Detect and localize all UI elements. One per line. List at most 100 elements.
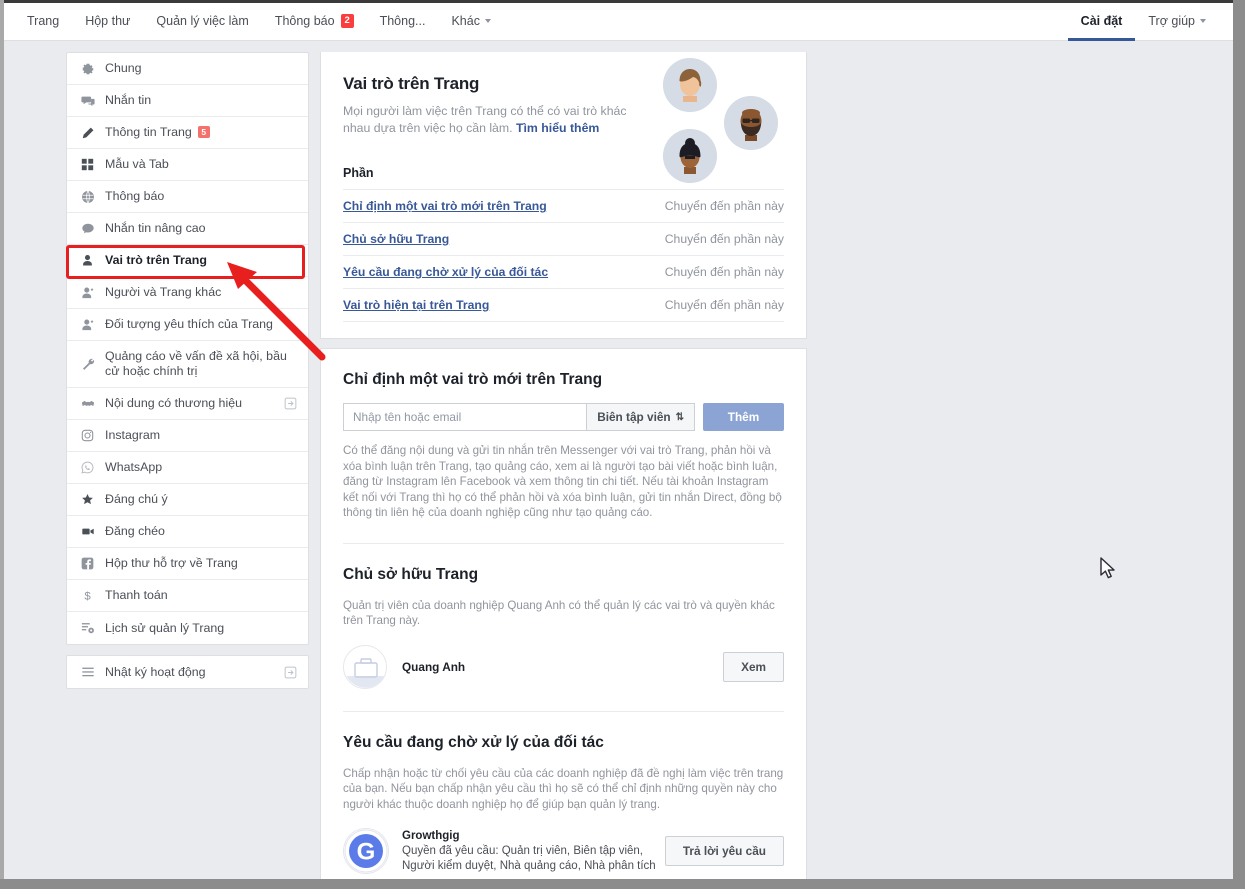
sidebar-item-label: Đáng chú ý	[105, 492, 168, 506]
svg-text:G: G	[357, 839, 376, 866]
assign-role-title: Chỉ định một vai trò mới trên Trang	[343, 371, 603, 388]
sidebar-group-primary: Chung Nhắn tin Thông tin Trang 5 Mẫu và Tab T…	[66, 52, 309, 645]
nav-item-label: Khác	[451, 13, 480, 28]
sidebar-item-label: Thông báo	[105, 189, 165, 203]
section-jump-row: Yêu cầu đang chờ xử lý của đối tác Chuyển…	[343, 256, 784, 289]
sidebar-item-label: Vai trò trên Trang	[105, 253, 207, 267]
pending-request-row: G Growthgig Quyền đã yêu cầu: Quản trị v…	[343, 828, 784, 874]
sidebar-item-whatsapp[interactable]: WhatsApp	[67, 452, 308, 484]
settings-sidebar: Chung Nhắn tin Thông tin Trang 5 Mẫu và Tab T…	[66, 52, 309, 689]
sidebar-item-nh-n-tin[interactable]: Nhắn tin	[67, 85, 308, 117]
section-jump-row: Chỉ định một vai trò mới trên Trang Chuyể…	[343, 190, 784, 223]
sidebar-item-instagram[interactable]: Instagram	[67, 420, 308, 452]
sidebar-item-th-ng-b-o[interactable]: Thông báo	[67, 181, 308, 213]
sidebar-item-label: Nhật ký hoạt động	[105, 664, 206, 679]
page-owner-section: Chủ sở hữu Trang Quản trị viên của doanh…	[321, 544, 806, 712]
facebook-icon	[79, 557, 96, 570]
sidebar-item-n-i-dung-c-th-ng-hi-u[interactable]: Nội dung có thương hiệu	[67, 388, 308, 420]
nav-item-label: Trợ giúp	[1148, 13, 1195, 28]
respond-request-button-label: Trả lời yêu cầu	[682, 844, 766, 858]
sidebar-item-th-ng-tin-trang[interactable]: Thông tin Trang 5	[67, 117, 308, 149]
assign-name-or-email-input[interactable]	[343, 403, 587, 431]
section-jump-action[interactable]: Chuyển đến phần này	[665, 232, 784, 246]
assign-role-form: Biên tập viên ⇅ Thêm	[343, 403, 784, 431]
open-external-icon[interactable]	[284, 397, 297, 410]
nav-item-tr-gi-p[interactable]: Trợ giúp	[1135, 3, 1219, 41]
section-jump-row: Chủ sở hữu Trang Chuyển đến phần này	[343, 223, 784, 256]
handshake-icon	[79, 397, 96, 411]
avatar-illustration-3	[663, 129, 717, 183]
nav-item-label: Hộp thư	[85, 13, 131, 28]
sidebar-item-thanh-to-n[interactable]: $ Thanh toán	[67, 580, 308, 612]
role-dropdown[interactable]: Biên tập viên ⇅	[586, 403, 695, 431]
view-owner-button[interactable]: Xem	[723, 651, 784, 682]
nav-item-c-i-t[interactable]: Cài đặt	[1067, 3, 1136, 41]
page-viewport: Trang Hộp thư Quản lý việc làm Thông báo 2 Th…	[4, 3, 1233, 879]
svg-text:$: $	[84, 591, 91, 602]
sidebar-item-label: Nội dung có thương hiệu	[105, 396, 242, 410]
nav-item-h-p-th[interactable]: Hộp thư	[72, 3, 143, 41]
pending-requests-description: Chấp nhận hoặc từ chối yêu cầu của các d…	[343, 766, 784, 811]
section-jump-link[interactable]: Chủ sở hữu Trang	[343, 232, 449, 246]
section-jump-action[interactable]: Chuyển đến phần này	[665, 298, 784, 312]
assign-role-section: Chỉ định một vai trò mới trên Trang Biên…	[321, 349, 806, 544]
section-jump-row: Vai trò hiện tại trên Trang Chuyển đến ph…	[343, 289, 784, 322]
chevron-updown-icon: ⇅	[675, 411, 684, 423]
sidebar-item-ng-i-v-trang-kh-c[interactable]: Người và Trang khác	[67, 277, 308, 309]
sidebar-item-label: Thông tin Trang 5	[105, 125, 297, 140]
sidebar-item-m-u-v-tab[interactable]: Mẫu và Tab	[67, 149, 308, 181]
settings-content-column: Vai trò trên Trang Mọi người làm việc tr…	[320, 52, 807, 879]
sidebar-item-h-p-th-h-tr-v-trang[interactable]: Hộp thư hỗ trợ về Trang	[67, 548, 308, 580]
requester-name: Growthgig	[402, 829, 460, 842]
section-jump-action[interactable]: Chuyển đến phần này	[665, 199, 784, 213]
sidebar-item-label: WhatsApp	[105, 460, 163, 474]
nav-item-qu-n-l-vi-c-l-m[interactable]: Quản lý việc làm	[143, 3, 261, 41]
nav-item-label: Cài đặt	[1080, 13, 1123, 28]
hero-bottom-spacer	[343, 322, 784, 338]
nav-item-th-ng[interactable]: Thông...	[367, 3, 439, 41]
add-role-button[interactable]: Thêm	[703, 403, 784, 431]
sidebar-item-l-ch-s-qu-n-l-trang[interactable]: Lịch sử quản lý Trang	[67, 612, 308, 644]
nav-item-trang[interactable]: Trang	[14, 3, 72, 41]
screenshot-root: Trang Hộp thư Quản lý việc làm Thông báo 2 Th…	[0, 0, 1245, 889]
respond-request-button[interactable]: Trả lời yêu cầu	[664, 836, 784, 866]
sidebar-item-qu-ng-c-o-v-v-n-x-h-i-b-u-c-ho-c-ch-nh-t[interactable]: Quảng cáo về vấn đề xã hội, bầu cử hoặc …	[67, 341, 308, 388]
sidebar-item-label: Mẫu và Tab	[105, 157, 169, 171]
top-nav-right-group: Cài đặt Trợ giúp	[1067, 3, 1219, 41]
sidebar-item-ng-ch-o[interactable]: Đăng chéo	[67, 516, 308, 548]
sidebar-item-i-t-ng-y-u-th-ch-c-a-trang[interactable]: Đối tượng yêu thích của Trang	[67, 309, 308, 341]
roles-illustration	[652, 56, 792, 191]
messaging-icon	[79, 94, 96, 108]
requester-info: Growthgig Quyền đã yêu cầu: Quản trị viê…	[402, 829, 665, 874]
section-jump-list: Chỉ định một vai trò mới trên Trang Chuyể…	[343, 189, 784, 322]
sidebar-item-chung[interactable]: Chung	[67, 53, 308, 85]
history-icon	[79, 621, 96, 635]
sidebar-item-label: Nhắn tin nâng cao	[105, 221, 206, 235]
nav-item-kh-c[interactable]: Khác	[438, 3, 504, 41]
page-owner-avatar	[343, 644, 387, 689]
section-jump-link[interactable]: Vai trò hiện tại trên Trang	[343, 298, 489, 312]
star-icon	[79, 493, 96, 506]
globe-icon	[79, 190, 96, 204]
sidebar-item-vai-tr-tr-n-trang[interactable]: Vai trò trên Trang	[67, 245, 308, 277]
window-frame-right	[1233, 0, 1245, 889]
learn-more-link[interactable]: Tìm hiểu thêm	[516, 121, 599, 135]
sidebar-item-nh-t-k-ho-t-ng[interactable]: Nhật ký hoạt động	[67, 656, 308, 688]
add-role-button-label: Thêm	[727, 410, 760, 424]
chat-bubble-icon	[79, 222, 96, 236]
nav-item-label: Trang	[27, 13, 60, 28]
top-nav-left-group: Trang Hộp thư Quản lý việc làm Thông báo 2 Th…	[14, 3, 504, 40]
section-jump-action[interactable]: Chuyển đến phần này	[665, 265, 784, 279]
avatar-illustration-2	[724, 96, 778, 150]
sidebar-item-ng-ch[interactable]: Đáng chú ý	[67, 484, 308, 516]
nav-item-th-ng-b-o[interactable]: Thông báo 2	[262, 3, 367, 41]
avatar-illustration-1	[663, 58, 717, 112]
sidebar-item-nh-n-tin-n-ng-cao[interactable]: Nhắn tin nâng cao	[67, 213, 308, 245]
requester-avatar: G	[343, 828, 389, 874]
person-icon	[79, 254, 96, 267]
person-star-icon	[79, 318, 96, 332]
open-external-icon[interactable]	[284, 666, 297, 679]
section-jump-link[interactable]: Chỉ định một vai trò mới trên Trang	[343, 199, 547, 213]
pencil-icon	[79, 126, 96, 140]
section-jump-link[interactable]: Yêu cầu đang chờ xử lý của đối tác	[343, 265, 548, 279]
